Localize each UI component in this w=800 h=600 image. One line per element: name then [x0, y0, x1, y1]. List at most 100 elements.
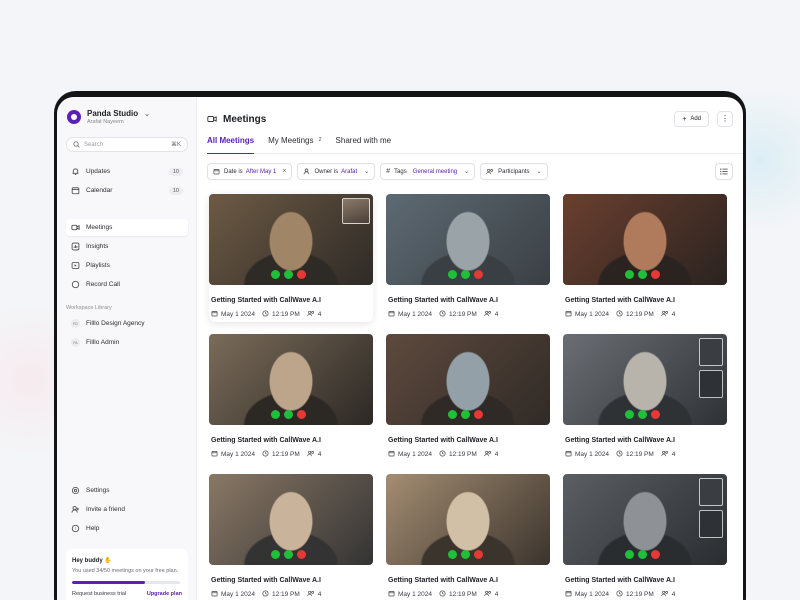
meeting-card[interactable]: Getting Started with CallWave A.I May 1 2…	[209, 194, 373, 322]
meeting-thumbnail[interactable]	[386, 194, 550, 285]
meeting-card[interactable]: Getting Started with CallWave A.I May 1 2…	[209, 474, 373, 600]
tab-my-meetings[interactable]: My Meetings 2	[268, 136, 321, 153]
microphone-icon[interactable]	[461, 550, 470, 559]
calendar-icon	[213, 168, 220, 175]
meeting-title[interactable]: Getting Started with CallWave A.I	[565, 577, 675, 584]
list-view-toggle[interactable]	[715, 163, 733, 180]
sidebar-item-record-call[interactable]: Record Call	[66, 276, 188, 293]
meeting-thumbnail[interactable]	[209, 194, 373, 285]
meeting-title[interactable]: Getting Started with CallWave A.I	[388, 437, 498, 444]
end-call-icon[interactable]	[474, 410, 483, 419]
date-filter[interactable]: Date is After May 1 ×	[207, 163, 293, 180]
end-call-icon[interactable]	[474, 550, 483, 559]
meeting-meta: May 1 2024 12:19 PM 4	[211, 590, 328, 599]
meeting-card[interactable]: Getting Started with CallWave A.I May 1 2…	[209, 334, 373, 462]
meeting-title[interactable]: Getting Started with CallWave A.I	[211, 297, 321, 304]
sidebar-item-invite[interactable]: Invite a friend	[66, 501, 188, 518]
calendar-icon	[565, 450, 575, 459]
sidebar-item-label: Help	[86, 525, 100, 532]
sidebar: Panda Studio ⌄ Arafat Nayeem Search ⌘K Up…	[57, 97, 197, 600]
microphone-icon[interactable]	[638, 270, 647, 279]
sidebar-item-calendar[interactable]: Calendar 10	[66, 182, 188, 199]
microphone-icon[interactable]	[461, 410, 470, 419]
camera-icon[interactable]	[625, 550, 634, 559]
workspace-switcher[interactable]: Panda Studio ⌄ Arafat Nayeem	[67, 109, 150, 125]
sidebar-item-playlists[interactable]: Playlists	[66, 257, 188, 274]
meeting-meta: May 1 2024 12:19 PM 4	[565, 450, 682, 459]
end-call-icon[interactable]	[651, 410, 660, 419]
end-call-icon[interactable]	[297, 270, 306, 279]
more-options-button[interactable]: ⋮	[717, 111, 733, 127]
meeting-thumbnail[interactable]	[563, 194, 727, 285]
meeting-card[interactable]: Getting Started with CallWave A.I May 1 2…	[386, 334, 550, 462]
sidebar-item-meetings[interactable]: Meetings	[66, 219, 188, 236]
microphone-icon[interactable]	[284, 410, 293, 419]
meeting-participants: 4	[307, 450, 321, 459]
microphone-icon[interactable]	[284, 550, 293, 559]
meeting-title[interactable]: Getting Started with CallWave A.I	[388, 297, 498, 304]
end-call-icon[interactable]	[651, 270, 660, 279]
search-input[interactable]: Search ⌘K	[66, 137, 188, 152]
participants-filter[interactable]: Participants ⌄	[480, 163, 548, 180]
meeting-participants: 4	[661, 310, 675, 319]
meeting-title[interactable]: Getting Started with CallWave A.I	[565, 437, 675, 444]
meeting-thumbnail[interactable]	[563, 334, 727, 425]
sidebar-item-filllo-admin[interactable]: FA Filllo Admin	[66, 334, 188, 351]
meeting-card[interactable]: Getting Started with CallWave A.I May 1 2…	[563, 194, 727, 322]
sidebar-item-help[interactable]: ! Help	[66, 520, 188, 537]
add-button[interactable]: + Add	[674, 111, 709, 127]
camera-icon[interactable]	[271, 270, 280, 279]
end-call-icon[interactable]	[297, 410, 306, 419]
meeting-card[interactable]: Getting Started with CallWave A.I May 1 2…	[386, 474, 550, 600]
meeting-card[interactable]: Getting Started with CallWave A.I May 1 2…	[563, 474, 727, 600]
date-text: May 1 2024	[398, 311, 432, 318]
call-controls	[271, 410, 306, 419]
meeting-title[interactable]: Getting Started with CallWave A.I	[211, 437, 321, 444]
meeting-date: May 1 2024	[388, 450, 432, 459]
microphone-icon[interactable]	[638, 410, 647, 419]
sidebar-item-filllo-design-agency[interactable]: FD Filllo Design Agency	[66, 315, 188, 332]
tab-shared-with-me[interactable]: Shared with me	[336, 136, 392, 153]
microphone-icon[interactable]	[638, 550, 647, 559]
end-call-icon[interactable]	[651, 550, 660, 559]
request-trial-link[interactable]: Request business trial	[72, 591, 126, 597]
end-call-icon[interactable]	[297, 550, 306, 559]
sidebar-item-label: Settings	[86, 487, 110, 494]
meeting-title[interactable]: Getting Started with CallWave A.I	[211, 577, 321, 584]
meeting-time: 12:19 PM	[439, 590, 477, 599]
tab-all-meetings[interactable]: All Meetings	[207, 136, 255, 154]
meeting-card[interactable]: Getting Started with CallWave A.I May 1 2…	[563, 334, 727, 462]
meeting-thumbnail[interactable]	[209, 474, 373, 565]
owner-filter[interactable]: Owner is Arafat ⌄	[297, 163, 376, 180]
meeting-thumbnail[interactable]	[563, 474, 727, 565]
microphone-icon[interactable]	[461, 270, 470, 279]
tags-filter[interactable]: # Tags General meeting ⌄	[380, 163, 476, 180]
camera-icon[interactable]	[625, 410, 634, 419]
close-icon[interactable]: ×	[282, 168, 286, 175]
date-text: May 1 2024	[398, 451, 432, 458]
meeting-title[interactable]: Getting Started with CallWave A.I	[388, 577, 498, 584]
camera-icon[interactable]	[271, 410, 280, 419]
meeting-thumbnail[interactable]	[386, 474, 550, 565]
camera-icon[interactable]	[625, 270, 634, 279]
sidebar-item-updates[interactable]: Updates 10	[66, 163, 188, 180]
camera-icon[interactable]	[448, 270, 457, 279]
camera-icon[interactable]	[448, 410, 457, 419]
sidebar-item-insights[interactable]: Insights	[66, 238, 188, 255]
camera-icon[interactable]	[448, 550, 457, 559]
meeting-thumbnail[interactable]	[386, 334, 550, 425]
sidebar-item-settings[interactable]: Settings	[66, 482, 188, 499]
meeting-title[interactable]: Getting Started with CallWave A.I	[565, 297, 675, 304]
meeting-participants: 4	[484, 590, 498, 599]
meeting-thumbnail[interactable]	[209, 334, 373, 425]
users-icon	[661, 590, 672, 599]
upgrade-plan-link[interactable]: Upgrade plan	[147, 591, 182, 597]
meeting-card[interactable]: Getting Started with CallWave A.I May 1 2…	[386, 194, 550, 322]
microphone-icon[interactable]	[284, 270, 293, 279]
time-text: 12:19 PM	[625, 591, 654, 598]
camera-icon[interactable]	[271, 550, 280, 559]
filter-value: General meeting	[412, 168, 458, 175]
end-call-icon[interactable]	[474, 270, 483, 279]
chevron-down-icon: ⌄	[464, 169, 470, 175]
filter-value: Arafat	[341, 168, 358, 175]
